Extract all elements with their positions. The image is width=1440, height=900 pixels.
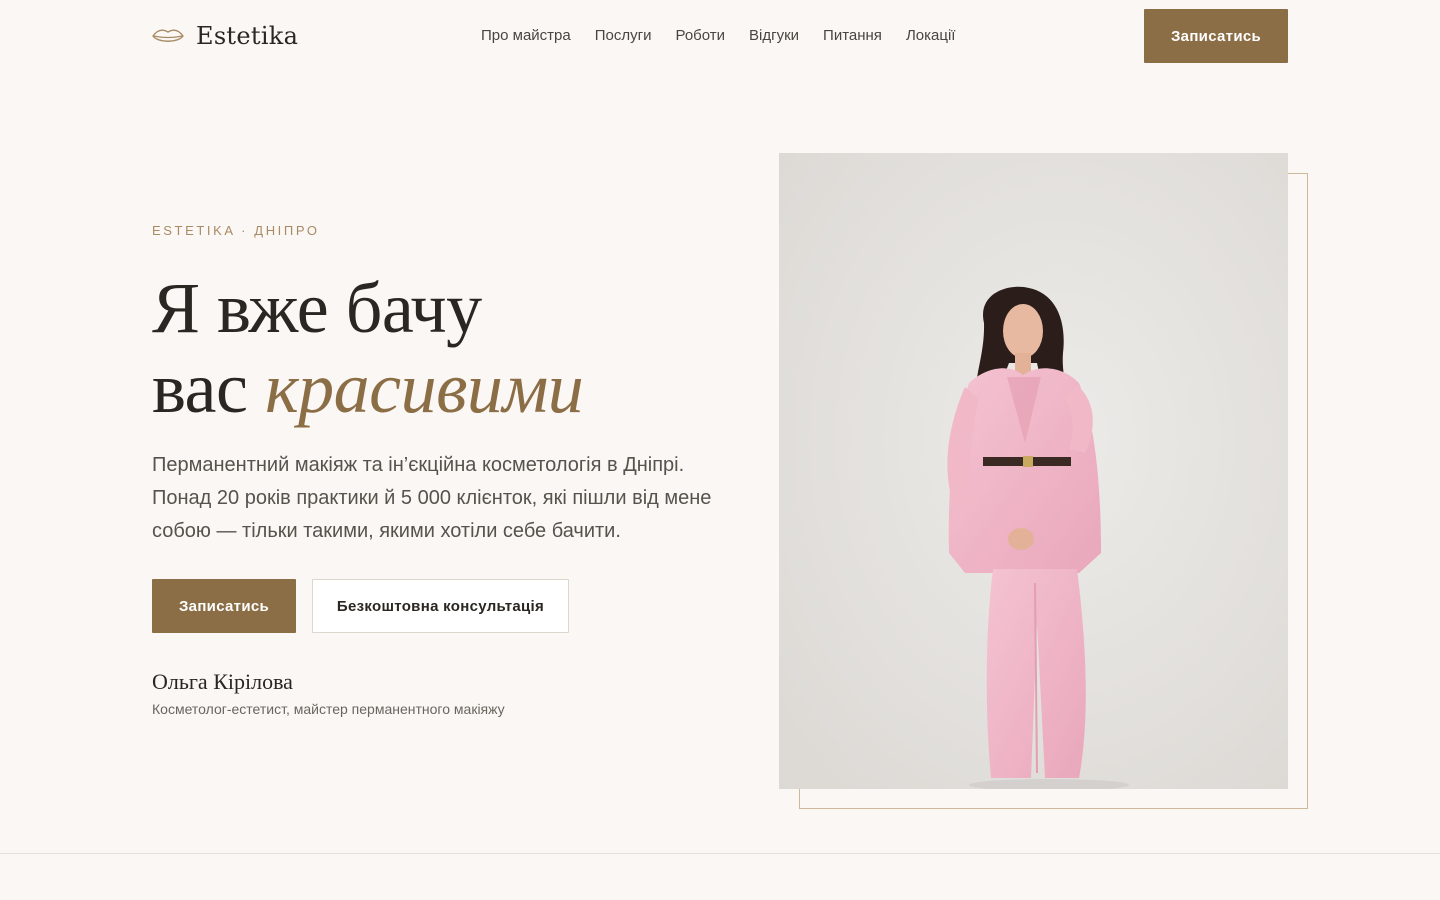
- hero-eyebrow: ESTETIKA · ДНІПРО: [152, 223, 320, 238]
- site-header: Estetika Про майстра Послуги Роботи Відг…: [0, 0, 1440, 72]
- headline-accent: красивими: [264, 348, 584, 428]
- main-nav: Про майстра Послуги Роботи Відгуки Питан…: [481, 25, 955, 47]
- free-consultation-button[interactable]: Безкоштовна консультація: [312, 579, 569, 633]
- author-name: Ольга Кірілова: [152, 669, 293, 694]
- nav-item-faq[interactable]: Питання: [823, 25, 882, 47]
- section-divider: [0, 853, 1440, 854]
- header-book-button[interactable]: Записатись: [1144, 9, 1288, 63]
- nav-item-about[interactable]: Про майстра: [481, 25, 571, 47]
- brand-name: Estetika: [196, 22, 299, 50]
- hero-headline: Я вже бачу вас красивими: [152, 268, 752, 428]
- brand-logo[interactable]: Estetika: [152, 20, 298, 52]
- headline-line-1: Я вже бачу: [152, 268, 482, 348]
- nav-item-services[interactable]: Послуги: [595, 25, 652, 47]
- nav-item-reviews[interactable]: Відгуки: [749, 25, 799, 47]
- lips-icon: [152, 29, 184, 42]
- nav-item-locations[interactable]: Локації: [906, 25, 956, 47]
- author-role: Косметолог-естетист, майстер перманентно…: [152, 701, 505, 717]
- book-button[interactable]: Записатись: [152, 579, 296, 633]
- headline-line-2: вас: [152, 348, 248, 428]
- hero-portrait-image: [779, 153, 1288, 789]
- hero-lead: Перманентний макіяж та ін’єкційна космет…: [152, 454, 712, 542]
- nav-item-works[interactable]: Роботи: [675, 25, 725, 47]
